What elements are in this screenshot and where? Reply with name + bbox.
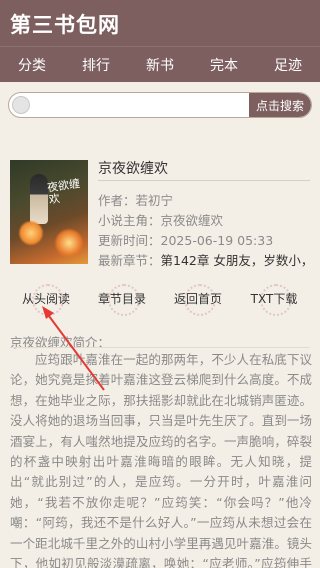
search-button[interactable]: 点击搜索 — [249, 93, 311, 117]
author-row: 作者：若初宁 — [98, 190, 310, 209]
search-bar: 点击搜索 — [8, 92, 312, 118]
protagonist-row: 小说主角：京夜欲缠欢 — [98, 210, 310, 229]
nav-bar: 分类 排行 新书 完本 足迹 — [0, 46, 320, 82]
txt-download-button[interactable]: TXT下载 — [236, 282, 312, 316]
updated-label: 更新时间： — [98, 233, 161, 248]
author-value[interactable]: 若初宁 — [136, 193, 174, 208]
latest-chapter-link[interactable]: 第142章 女朋友，岁数小， — [161, 253, 310, 268]
latest-chapter-label: 最新章节： — [98, 253, 161, 268]
book-cover[interactable]: 夜欲缠欢 — [10, 160, 88, 264]
nav-item-ranking[interactable]: 排行 — [64, 55, 128, 75]
updated-value: 2025-06-19 05:33 — [160, 233, 274, 248]
back-home-label: 返回首页 — [173, 291, 222, 306]
description-title: 京夜欲缠欢简介： — [10, 335, 111, 350]
protagonist-value: 京夜欲缠欢 — [160, 213, 224, 228]
author-label: 作者： — [98, 193, 136, 208]
nav-item-category[interactable]: 分类 — [0, 55, 64, 75]
nav-item-new[interactable]: 新书 — [128, 55, 192, 75]
read-from-start-button[interactable]: 从头阅读 — [8, 282, 84, 316]
nav-item-finished[interactable]: 完本 — [192, 55, 256, 75]
action-buttons: 从头阅读 章节目录 返回首页 TXT下载 — [8, 282, 312, 316]
divider — [10, 347, 310, 348]
txt-download-label: TXT下载 — [250, 291, 298, 306]
cover-flower — [18, 220, 44, 246]
chapter-list-label: 章节目录 — [97, 291, 146, 306]
latest-chapter-row: 最新章节：第142章 女朋友，岁数小， — [98, 250, 310, 269]
back-home-button[interactable]: 返回首页 — [160, 282, 236, 316]
book-title: 京夜欲缠欢 — [98, 161, 168, 177]
cover-figure — [30, 174, 48, 224]
cover-flower — [54, 228, 84, 258]
cover-title: 夜欲缠欢 — [46, 177, 81, 207]
read-from-start-label: 从头阅读 — [21, 291, 70, 306]
site-title[interactable]: 第三书包网 — [10, 9, 120, 39]
divider — [98, 180, 310, 181]
nav-item-history[interactable]: 足迹 — [256, 55, 320, 75]
chapter-list-button[interactable]: 章节目录 — [84, 282, 160, 316]
protagonist-label: 小说主角： — [98, 213, 161, 228]
description-text: 应筠跟叶嘉淮在一起的那两年，不少人在私底下议论，她究竟是探着叶嘉淮这登云梯爬到什… — [10, 352, 312, 568]
search-input[interactable] — [9, 93, 251, 117]
updated-row: 更新时间：2025-06-19 05:33 — [98, 230, 310, 249]
header-bar: 第三书包网 — [0, 0, 320, 46]
